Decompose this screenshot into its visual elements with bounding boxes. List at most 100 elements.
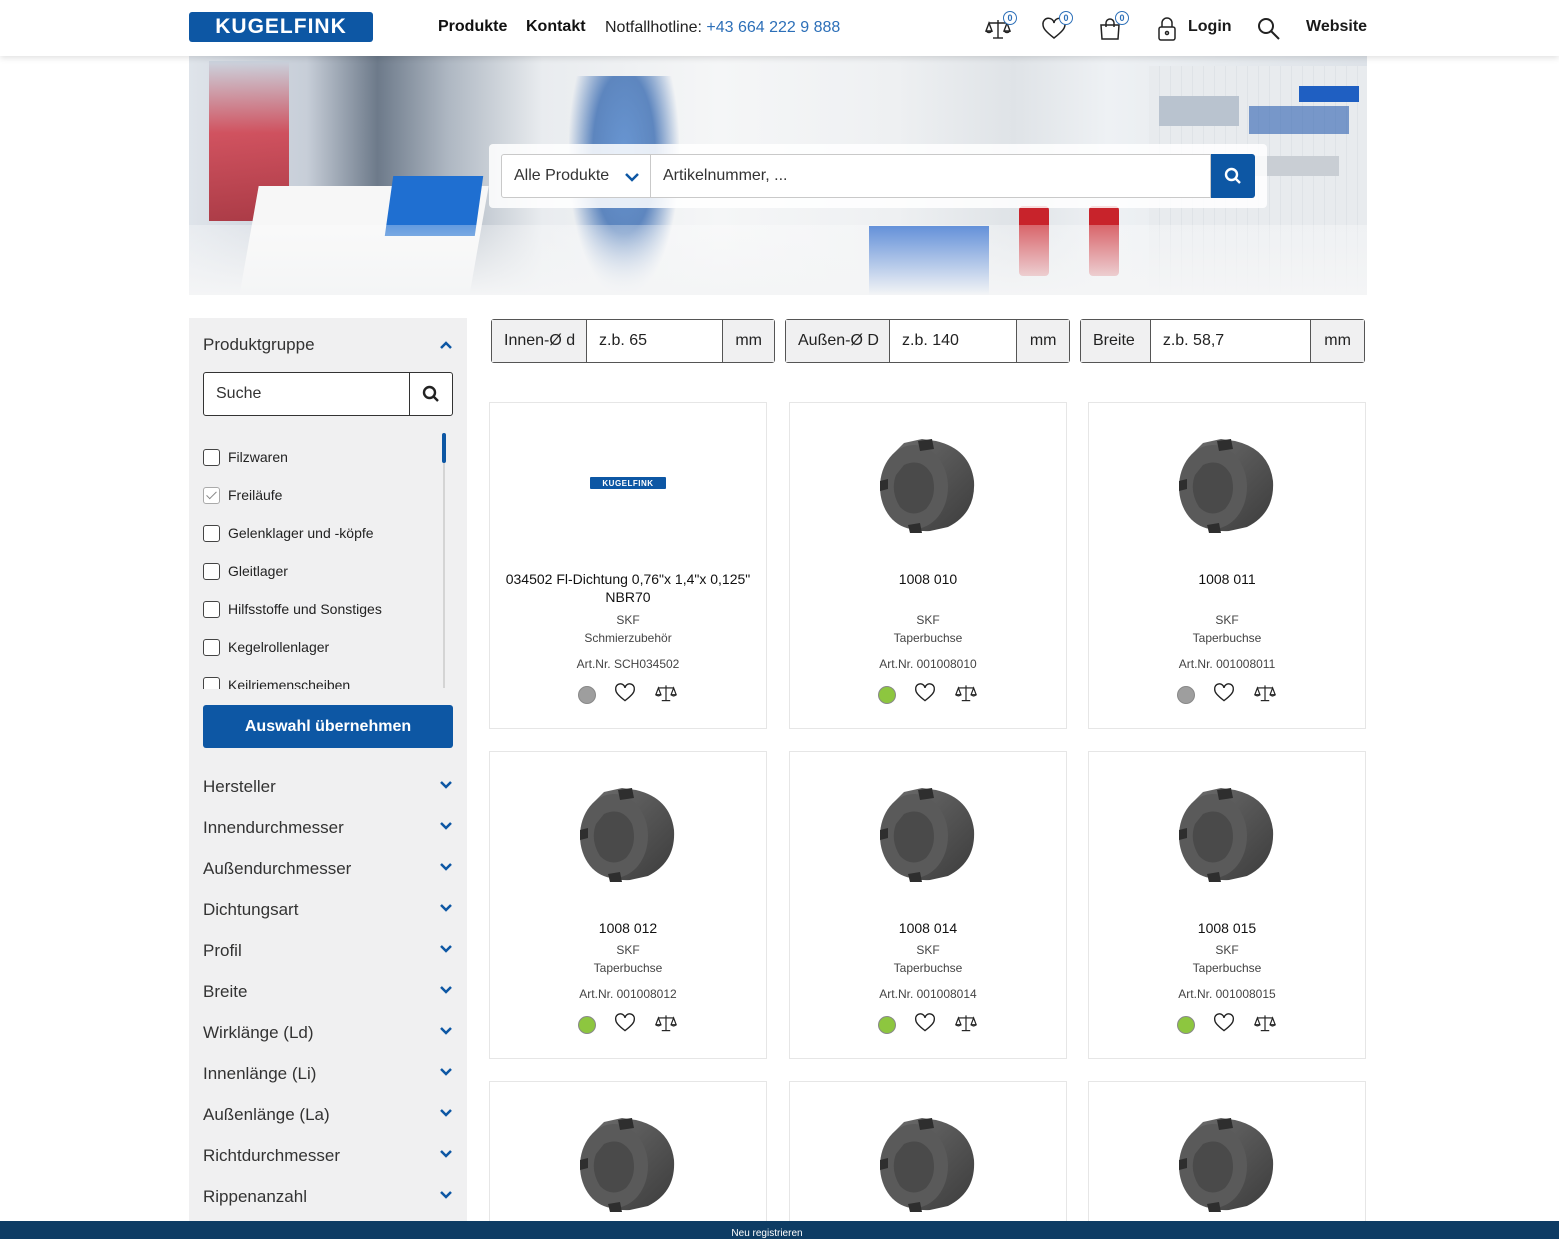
add-to-compare-button[interactable] <box>954 1012 978 1039</box>
apply-selection-button[interactable]: Auswahl übernehmen <box>203 705 453 748</box>
product-image[interactable] <box>790 772 1066 892</box>
facet-profile[interactable]: Profil <box>203 941 453 965</box>
nav-contact-link[interactable]: Kontakt <box>526 18 586 36</box>
register-link[interactable]: Neu registrieren <box>0 1228 1534 1239</box>
width-input[interactable] <box>1150 320 1311 362</box>
product-card[interactable]: KUGELFINK 034502 Fl-Dichtung 0,76"x 1,4"x… <box>489 402 767 729</box>
product-name[interactable]: 1008 010 <box>800 570 1056 588</box>
product-group-option[interactable]: Gleitlager <box>203 559 288 583</box>
product-image[interactable] <box>1089 423 1365 543</box>
add-to-compare-button[interactable] <box>654 1012 678 1039</box>
login-lock-icon[interactable] <box>1154 16 1176 42</box>
checkbox[interactable] <box>203 562 220 580</box>
category-select-value: Alle Produkte <box>514 167 610 184</box>
product-image[interactable] <box>790 1102 1066 1222</box>
chevron-down-icon <box>440 863 452 871</box>
product-actions <box>1089 1012 1365 1039</box>
product-group-option[interactable]: Freiläufe <box>203 483 282 507</box>
search-icon[interactable] <box>1256 16 1282 42</box>
facet-reference-diameter[interactable]: Richtdurchmesser <box>203 1146 453 1170</box>
facet-effective-length[interactable]: Wirklänge (Ld) <box>203 1023 453 1047</box>
product-card[interactable]: 1008 012 SKF Taperbuchse Art.Nr. 001008012 <box>489 751 767 1059</box>
wishlist-button[interactable]: 0 <box>1041 11 1073 42</box>
taper-bush-image <box>580 1118 675 1212</box>
facet-seal-type[interactable]: Dichtungsart <box>203 900 453 924</box>
taper-bush-image <box>1179 439 1274 533</box>
add-to-wishlist-button[interactable] <box>1213 1012 1235 1039</box>
checkbox[interactable] <box>203 600 220 618</box>
availability-indicator <box>878 686 896 704</box>
facet-rib-count[interactable]: Rippenanzahl <box>203 1187 453 1211</box>
chevron-down-icon <box>440 986 452 994</box>
website-link[interactable]: Website <box>1306 18 1367 36</box>
product-name[interactable]: 1008 012 <box>500 919 756 937</box>
facet-manufacturer[interactable]: Hersteller <box>203 777 453 801</box>
product-image[interactable] <box>1089 772 1365 892</box>
nav-products-link[interactable]: Produkte <box>438 18 507 36</box>
checkbox-checked[interactable] <box>203 486 220 504</box>
product-image[interactable] <box>490 1102 766 1222</box>
add-to-wishlist-button[interactable] <box>914 682 936 709</box>
scale-icon <box>1253 1014 1277 1031</box>
product-group-scroll-thumb[interactable] <box>442 433 446 463</box>
login-link[interactable]: Login <box>1188 18 1232 36</box>
product-group-title[interactable]: Produktgruppe <box>203 335 315 355</box>
product-card[interactable]: 1008 015 SKF Taperbuchse Art.Nr. 001008015 <box>1088 751 1366 1059</box>
product-card[interactable]: 1008 011 SKF Taperbuchse Art.Nr. 001008011 <box>1088 402 1366 729</box>
taper-bush-image <box>880 788 975 882</box>
facet-inner-length[interactable]: Innenlänge (Li) <box>203 1064 453 1088</box>
chevron-up-icon[interactable] <box>439 340 453 350</box>
add-to-compare-button[interactable] <box>954 682 978 709</box>
add-to-wishlist-button[interactable] <box>614 1012 636 1039</box>
product-group-option[interactable]: Keilriemenscheiben <box>203 673 350 689</box>
product-card[interactable]: 1008 014 SKF Taperbuchse Art.Nr. 001008014 <box>789 751 1067 1059</box>
checkbox[interactable] <box>203 524 220 542</box>
chevron-down-icon <box>440 781 452 789</box>
add-to-compare-button[interactable] <box>1253 682 1277 709</box>
facet-outer-length[interactable]: Außenlänge (La) <box>203 1105 453 1129</box>
checkbox[interactable] <box>203 638 220 656</box>
facet-label: Rippenanzahl <box>203 1187 307 1206</box>
checkbox[interactable] <box>203 448 220 466</box>
product-group-label: Hilfsstoffe und Sonstiges <box>228 601 382 617</box>
product-card[interactable] <box>1088 1081 1366 1239</box>
add-to-wishlist-button[interactable] <box>1213 682 1235 709</box>
product-group-option[interactable]: Kegelrollenlager <box>203 635 329 659</box>
product-group-option[interactable]: Hilfsstoffe und Sonstiges <box>203 597 382 621</box>
facet-outer-diameter[interactable]: Außendurchmesser <box>203 859 453 883</box>
product-image[interactable] <box>790 423 1066 543</box>
product-image[interactable] <box>490 772 766 892</box>
hero-search-button[interactable] <box>1211 154 1255 198</box>
product-group-search-button[interactable] <box>409 373 452 415</box>
facet-inner-diameter[interactable]: Innendurchmesser <box>203 818 453 842</box>
product-name[interactable]: 1008 014 <box>800 919 1056 937</box>
product-card[interactable] <box>789 1081 1067 1239</box>
category-select[interactable]: Alle Produkte <box>501 154 651 198</box>
product-name[interactable]: 034502 Fl-Dichtung 0,76"x 1,4"x 0,125" N… <box>500 570 756 606</box>
product-image[interactable] <box>1089 1102 1365 1222</box>
facet-label: Außendurchmesser <box>203 859 352 878</box>
hotline-number-link[interactable]: +43 664 222 9 888 <box>706 19 840 36</box>
add-to-compare-button[interactable] <box>654 682 678 709</box>
availability-indicator <box>578 686 596 704</box>
article-search-input[interactable] <box>651 154 1211 198</box>
product-group-option[interactable]: Filzwaren <box>203 445 288 469</box>
product-group-search-input[interactable] <box>204 373 410 415</box>
compare-button[interactable]: 0 <box>984 11 1017 42</box>
outer-diameter-input[interactable] <box>890 320 1017 362</box>
add-to-wishlist-button[interactable] <box>914 1012 936 1039</box>
cart-button[interactable]: 0 <box>1097 11 1129 42</box>
product-group-scrollbar[interactable] <box>443 433 445 688</box>
product-name[interactable]: 1008 011 <box>1099 570 1355 588</box>
inner-diameter-input[interactable] <box>587 320 723 362</box>
kugelfink-logo[interactable]: KUGELFINK <box>189 12 373 42</box>
product-group-option[interactable]: Gelenklager und -köpfe <box>203 521 374 545</box>
facet-width[interactable]: Breite <box>203 982 453 1006</box>
checkbox[interactable] <box>203 676 220 689</box>
add-to-compare-button[interactable] <box>1253 1012 1277 1039</box>
product-card[interactable] <box>489 1081 767 1239</box>
add-to-wishlist-button[interactable] <box>614 682 636 709</box>
product-card[interactable]: 1008 010 SKF Taperbuchse Art.Nr. 001008010 <box>789 402 1067 729</box>
product-name[interactable]: 1008 015 <box>1099 919 1355 937</box>
product-image[interactable]: KUGELFINK <box>490 423 766 543</box>
